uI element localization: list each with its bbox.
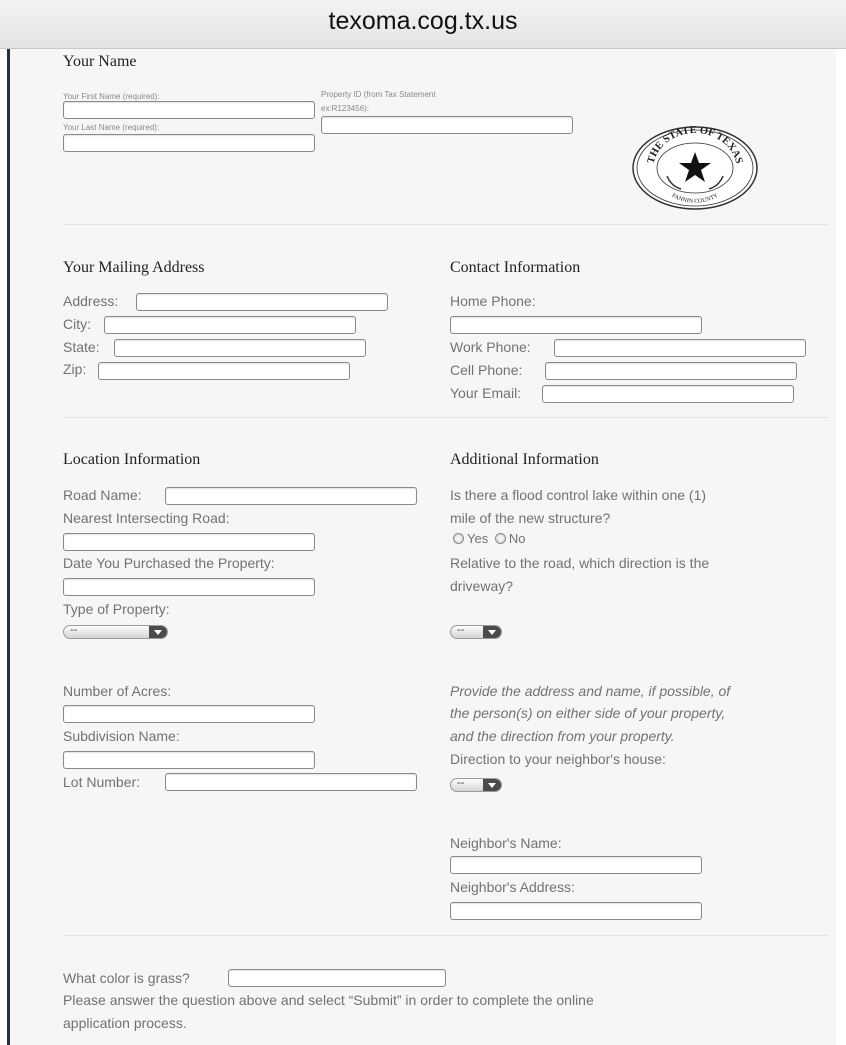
driveway-question-line1: Relative to the road, which direction is… (450, 555, 710, 571)
neighbor-direction-select[interactable]: -- (450, 778, 502, 792)
captcha-answer-input[interactable] (228, 969, 446, 987)
cell-phone-input[interactable] (545, 362, 797, 380)
neighbor-direction-label: Direction to your neighbor's house: (450, 751, 666, 767)
email-input[interactable] (542, 385, 794, 403)
property-id-input[interactable] (321, 116, 573, 134)
contact-info-heading: Contact Information (450, 259, 581, 276)
neighbor-address-label: Neighbor's Address: (450, 879, 575, 895)
road-name-label: Road Name: (63, 487, 142, 503)
property-type-label: Type of Property: (63, 601, 170, 617)
home-phone-label: Home Phone: (450, 293, 536, 309)
zip-label: Zip: (63, 361, 87, 377)
home-phone-input[interactable] (450, 316, 702, 334)
acres-input[interactable] (63, 705, 315, 723)
flood-no-radio[interactable] (494, 533, 506, 544)
last-name-label: Your Last Name (required): (63, 123, 160, 132)
lot-number-label: Lot Number: (63, 774, 141, 790)
additional-info-heading: Additional Information (450, 451, 599, 468)
address-label: Address: (63, 293, 119, 309)
neighbor-note-line2: the person(s) on either side of your pro… (450, 705, 726, 721)
location-info-heading: Location Information (63, 451, 201, 468)
chevron-down-icon (483, 626, 501, 638)
property-id-label-line2: ex:R123456): (321, 104, 370, 113)
captcha-question: What color is grass? (63, 970, 190, 986)
address-input[interactable] (136, 293, 388, 311)
neighbor-name-input[interactable] (450, 856, 702, 874)
mailing-address-heading: Your Mailing Address (63, 259, 205, 276)
property-type-selected: -- (70, 625, 78, 636)
neighbor-name-label: Neighbor's Name: (450, 835, 562, 851)
url-text: texoma.cog.tx.us (328, 7, 518, 35)
flood-question-line1: Is there a flood control lake within one… (450, 487, 707, 503)
chevron-down-icon (149, 626, 167, 638)
subdivision-input[interactable] (63, 751, 315, 769)
zip-input[interactable] (98, 362, 350, 380)
first-name-input[interactable] (63, 101, 315, 119)
state-input[interactable] (114, 339, 366, 357)
intersecting-road-label: Nearest Intersecting Road: (63, 510, 230, 526)
driveway-direction-select[interactable]: -- (450, 625, 502, 639)
application-form: Your Name Your First Name (required): Yo… (10, 49, 836, 1045)
date-purchased-label: Date You Purchased the Property: (63, 555, 275, 571)
property-type-select[interactable]: -- (63, 625, 168, 639)
last-name-input[interactable] (63, 134, 315, 152)
neighbor-note-line3: and the direction from your property. (450, 728, 675, 744)
lot-number-input[interactable] (165, 773, 417, 791)
city-input[interactable] (104, 316, 356, 334)
work-phone-input[interactable] (554, 339, 806, 357)
road-name-input[interactable] (165, 487, 417, 505)
divider (63, 224, 829, 225)
city-label: City: (63, 316, 91, 332)
neighbor-note-line1: Provide the address and name, if possibl… (450, 683, 731, 699)
intersecting-road-input[interactable] (63, 533, 315, 551)
work-phone-label: Work Phone: (450, 339, 531, 355)
divider (63, 935, 829, 936)
cell-phone-label: Cell Phone: (450, 362, 523, 378)
state-label: State: (63, 339, 100, 355)
flood-no-label: No (508, 531, 526, 546)
browser-address-bar[interactable]: texoma.cog.tx.us (0, 0, 846, 49)
neighbor-address-input[interactable] (450, 902, 702, 920)
neighbor-direction-selected: -- (457, 778, 465, 789)
date-purchased-input[interactable] (63, 578, 315, 596)
driveway-question-line2: driveway? (450, 578, 514, 594)
captcha-instructions-line1: Please answer the question above and sel… (63, 992, 594, 1008)
acres-label: Number of Acres: (63, 683, 172, 699)
fannin-county-seal-icon: THE STATE OF TEXAS FANNIN COUNTY (632, 126, 758, 210)
captcha-instructions-line2: application process. (63, 1015, 187, 1031)
driveway-direction-selected: -- (457, 625, 465, 636)
property-id-label-line1: Property ID (from Tax Statement (321, 90, 436, 99)
subdivision-label: Subdivision Name: (63, 728, 180, 744)
flood-yes-label: Yes (467, 531, 489, 546)
email-label: Your Email: (450, 385, 522, 401)
chevron-down-icon (483, 779, 501, 791)
flood-radio-group: Yes No (453, 531, 525, 546)
flood-question-line2: mile of the new structure? (450, 510, 611, 526)
your-name-heading: Your Name (63, 53, 137, 70)
flood-yes-radio[interactable] (453, 533, 464, 544)
divider (63, 417, 829, 418)
